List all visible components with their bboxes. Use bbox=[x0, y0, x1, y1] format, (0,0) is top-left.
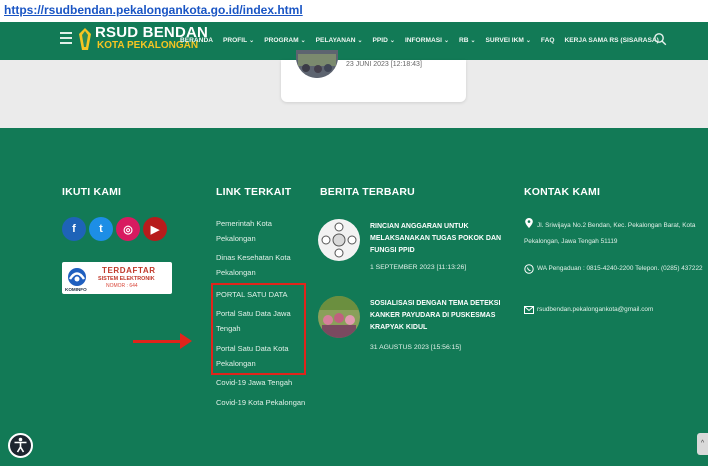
badge-subtitle: SISTEM ELEKTRONIK bbox=[98, 276, 155, 282]
chevron-down-icon: ⌄ bbox=[470, 38, 476, 44]
badge-title: TERDAFTAR bbox=[102, 266, 156, 275]
kominfo-logo-icon bbox=[68, 268, 86, 286]
nav-faq[interactable]: FAQ bbox=[541, 36, 555, 48]
links-heading: LINK TERKAIT bbox=[216, 186, 292, 198]
highlight-arrow-head bbox=[180, 333, 192, 349]
accessibility-icon bbox=[14, 437, 27, 453]
scroll-to-top-button[interactable]: ^ bbox=[697, 433, 708, 455]
nav-ppid[interactable]: PPID ⌄ bbox=[373, 36, 395, 48]
highlight-arrow bbox=[133, 340, 183, 343]
main-nav: BERANDA PROFIL ⌄ PROGRAM ⌄ PELAYANAN ⌄ PPID… bbox=[180, 36, 669, 48]
nav-profil[interactable]: PROFIL ⌄ bbox=[223, 36, 254, 48]
chevron-down-icon: ⌄ bbox=[389, 38, 395, 44]
chevron-down-icon: ⌄ bbox=[249, 38, 255, 44]
contact-address: Jl. Sriwijaya No.2 Bendan, Kec. Pekalong… bbox=[524, 222, 696, 245]
logo-emblem-icon bbox=[79, 28, 91, 50]
badge-org: KOMINFO bbox=[65, 287, 87, 292]
contact-phone[interactable]: WA Pengaduan : 0815-4240-2200 Telepon. (… bbox=[524, 261, 704, 277]
nav-pelayanan[interactable]: PELAYANAN ⌄ bbox=[316, 36, 363, 48]
hamburger-menu-icon[interactable] bbox=[60, 32, 72, 44]
page-url-link[interactable]: https://rsudbendan.pekalongankota.go.id/… bbox=[4, 3, 303, 17]
youtube-icon[interactable]: ▶ bbox=[143, 217, 167, 241]
news-card-date: 23 JUNI 2023 [12:18:43] bbox=[346, 61, 422, 68]
kominfo-registration-badge[interactable]: TERDAFTAR SISTEM ELEKTRONIK NOMOR : 644 … bbox=[62, 262, 172, 294]
link-covid-kota[interactable]: Covid-19 Kota Pekalongan bbox=[216, 395, 306, 410]
accessibility-button[interactable] bbox=[8, 433, 33, 458]
highlight-box bbox=[211, 283, 306, 375]
nav-kerja-sama[interactable]: KERJA SAMA RS (SISARASA) bbox=[564, 36, 658, 48]
chevron-down-icon: ⌄ bbox=[300, 38, 306, 44]
chevron-down-icon: ⌄ bbox=[357, 38, 363, 44]
nav-program[interactable]: PROGRAM ⌄ bbox=[264, 36, 305, 48]
nav-rb[interactable]: RB ⌄ bbox=[459, 36, 476, 48]
site-footer bbox=[0, 128, 708, 466]
nav-survei-ikm[interactable]: SURVEI IKM ⌄ bbox=[486, 36, 531, 48]
top-navbar: RSUD BENDAN KOTA PEKALONGAN BERANDA PROF… bbox=[0, 22, 708, 60]
link-dinkes[interactable]: Dinas Kesehatan Kota Pekalongan bbox=[216, 250, 306, 280]
follow-heading: IKUTI KAMI bbox=[62, 186, 122, 198]
news-title-1[interactable]: RINCIAN ANGGARAN UNTUK MELAKSANAKAN TUGA… bbox=[370, 221, 510, 257]
badge-number: NOMOR : 644 bbox=[106, 283, 138, 289]
nav-beranda[interactable]: BERANDA bbox=[180, 36, 213, 48]
contact-email[interactable]: rsudbendan.pekalongankota@gmail.com bbox=[524, 302, 704, 318]
link-pemkot[interactable]: Pemerintah Kota Pekalongan bbox=[216, 216, 306, 246]
contact-heading: KONTAK KAMI bbox=[524, 186, 601, 198]
chevron-down-icon: ⌄ bbox=[443, 38, 449, 44]
search-icon[interactable] bbox=[653, 32, 667, 46]
news-title-2[interactable]: SOSIALISASI DENGAN TEMA DETEKSI KANKER P… bbox=[370, 298, 510, 334]
news-heading: BERITA TERBARU bbox=[320, 186, 415, 198]
link-covid-jateng[interactable]: Covid-19 Jawa Tengah bbox=[216, 375, 306, 390]
news-thumbnail-ppid[interactable] bbox=[318, 219, 360, 261]
instagram-icon[interactable]: ◎ bbox=[116, 217, 140, 241]
facebook-icon[interactable]: f bbox=[62, 217, 86, 241]
nav-informasi[interactable]: INFORMASI ⌄ bbox=[405, 36, 449, 48]
news-date-1: 1 SEPTEMBER 2023 [11:13:26] bbox=[370, 264, 467, 271]
url-line: https://rsudbendan.pekalongankota.go.id/… bbox=[0, 0, 708, 22]
news-date-2: 31 AGUSTUS 2023 [15:56:15] bbox=[370, 344, 462, 351]
news-thumbnail-sosialisasi[interactable] bbox=[318, 296, 360, 338]
twitter-icon[interactable]: t bbox=[89, 217, 113, 241]
chevron-down-icon: ⌄ bbox=[525, 38, 531, 44]
